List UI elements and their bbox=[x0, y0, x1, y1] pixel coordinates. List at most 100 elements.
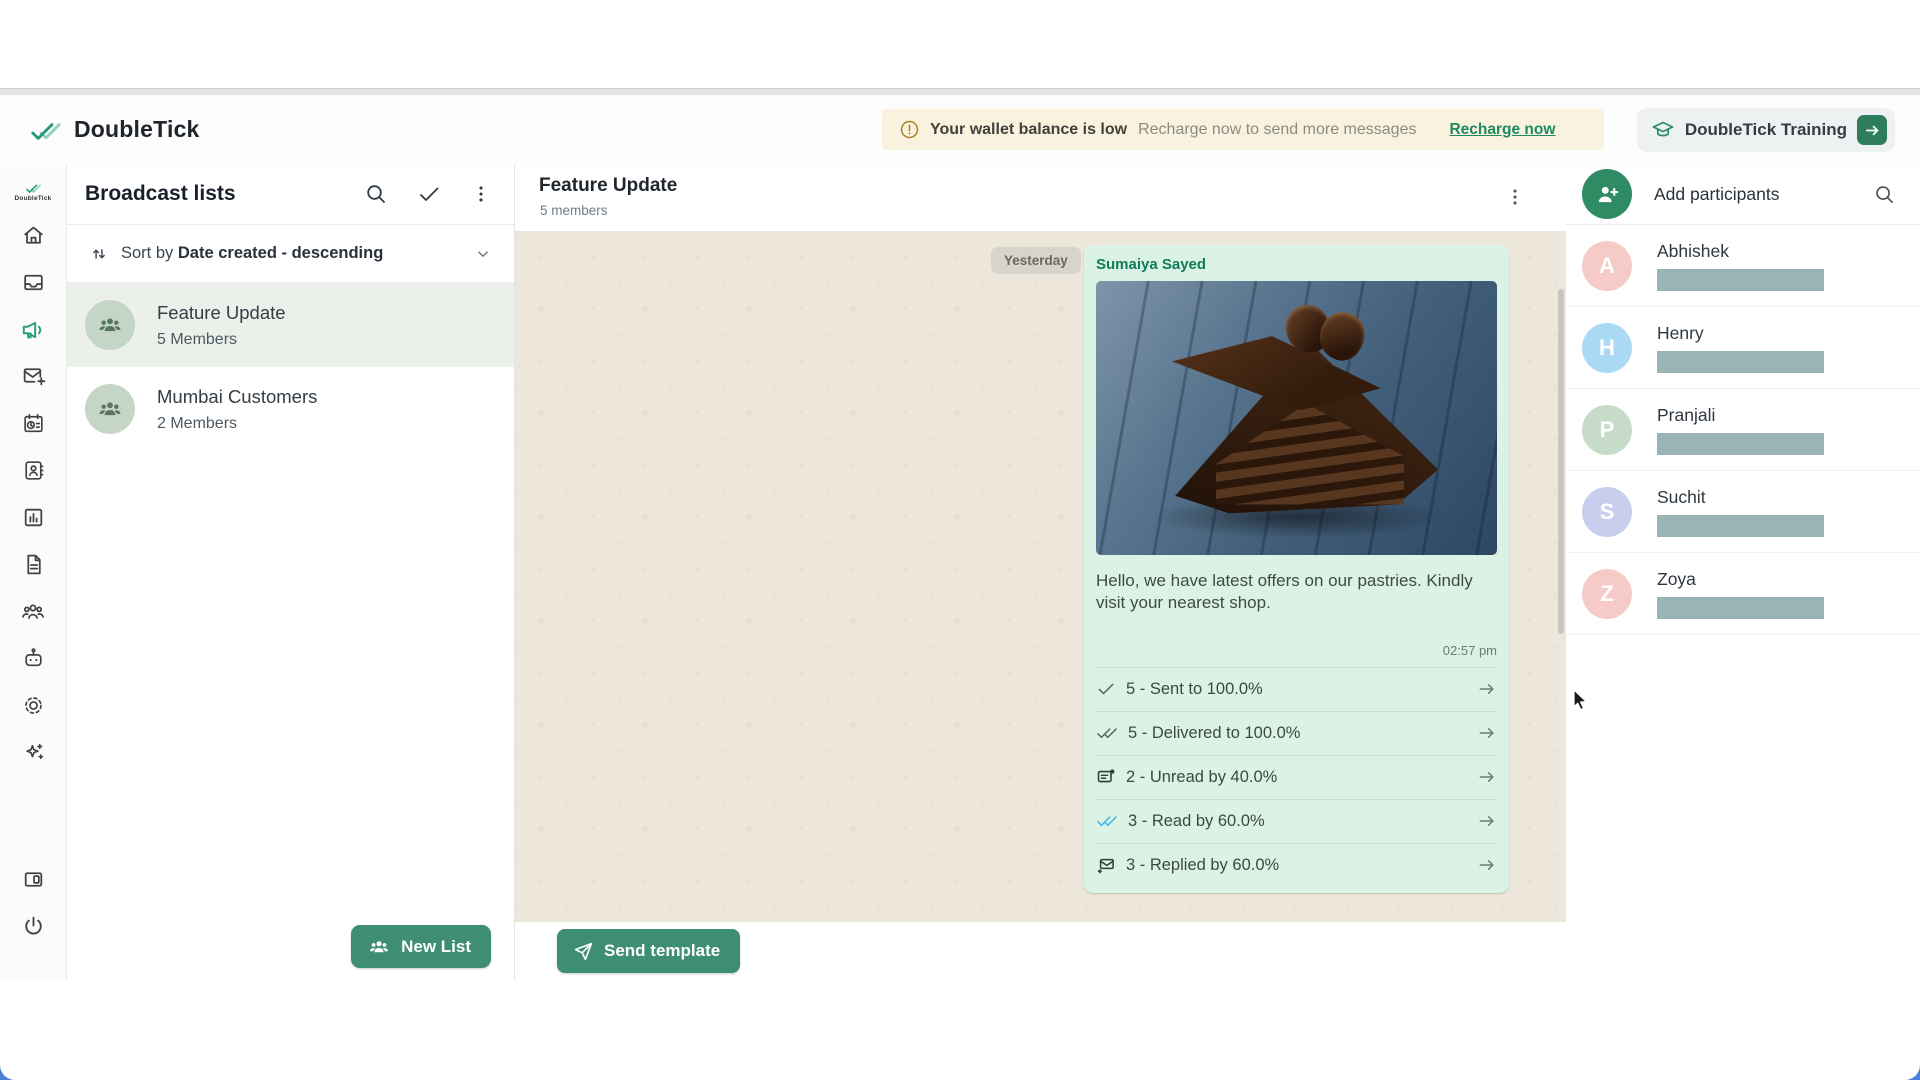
chat-area: Feature Update 5 members Yesterday Sumai… bbox=[515, 164, 1566, 980]
recharge-now-link[interactable]: Recharge now bbox=[1449, 121, 1555, 139]
participant-avatar: H bbox=[1582, 322, 1632, 373]
participants-panel: Add participants A Abhishek H Henry P Pr… bbox=[1566, 164, 1920, 980]
participant-avatar: Z bbox=[1582, 568, 1632, 619]
wallet-banner-text: Recharge now to send more messages bbox=[1138, 120, 1417, 138]
sort-value: Date created - descending bbox=[177, 244, 384, 262]
home-icon[interactable] bbox=[9, 212, 57, 259]
stat-label: 5 - Delivered to 100.0% bbox=[1128, 723, 1301, 742]
wallet-banner-bold: Your wallet balance is low bbox=[930, 120, 1128, 138]
participant-phone-redacted bbox=[1657, 514, 1824, 537]
rail-logo[interactable]: DoubleTick bbox=[7, 171, 59, 212]
templates-icon[interactable] bbox=[9, 541, 57, 588]
training-button-label: DoubleTick Training bbox=[1684, 120, 1847, 139]
participant-row[interactable]: Z Zoya bbox=[1566, 553, 1920, 635]
new-list-button[interactable]: New List bbox=[351, 925, 491, 968]
message-bubble: Sumaiya Sayed Hello, we have latest offe… bbox=[1084, 245, 1509, 893]
list-name: Feature Update bbox=[157, 301, 286, 323]
stat-row-read[interactable]: 3 - Read by 60.0% bbox=[1096, 798, 1497, 843]
window-corner-left bbox=[0, 1065, 15, 1080]
stat-row-replied[interactable]: 3 - Replied by 60.0% bbox=[1096, 842, 1497, 887]
chat-scrollbar[interactable] bbox=[1558, 289, 1564, 634]
group-avatar bbox=[85, 384, 135, 434]
sort-prefix: Sort by bbox=[121, 244, 174, 262]
training-button[interactable]: DoubleTick Training bbox=[1636, 108, 1895, 152]
scheduled-icon[interactable] bbox=[9, 400, 57, 447]
new-list-button-label: New List bbox=[401, 936, 471, 956]
stat-label: 3 - Read by 60.0% bbox=[1128, 811, 1265, 830]
contacts-icon[interactable] bbox=[9, 447, 57, 494]
message-image-chocolate-cake[interactable] bbox=[1096, 281, 1497, 555]
new-message-icon[interactable] bbox=[9, 353, 57, 400]
broadcast-list-item-feature-update[interactable]: Feature Update 5 Members bbox=[67, 283, 514, 367]
replied-envelope-icon bbox=[1097, 859, 1114, 874]
kebab-menu-icon[interactable] bbox=[470, 182, 492, 206]
arrow-right-icon bbox=[1865, 125, 1878, 135]
participant-row[interactable]: H Henry bbox=[1566, 307, 1920, 389]
list-members: 5 Members bbox=[157, 330, 238, 348]
participant-phone-redacted bbox=[1657, 350, 1824, 373]
brand: DoubleTick bbox=[30, 95, 200, 164]
chat-title: Feature Update bbox=[539, 175, 678, 196]
participant-name: Abhishek bbox=[1657, 240, 1729, 261]
arrow-right-icon bbox=[1479, 728, 1494, 739]
message-sender: Sumaiya Sayed bbox=[1096, 256, 1207, 273]
arrow-right-icon bbox=[1479, 684, 1494, 695]
broadcast-icon[interactable] bbox=[9, 306, 57, 353]
select-check-icon[interactable] bbox=[416, 182, 442, 206]
app-header: DoubleTick Your wallet balance is low Re… bbox=[0, 95, 1920, 165]
wallet-banner: Your wallet balance is low Recharge now … bbox=[882, 109, 1604, 150]
sort-arrows-icon bbox=[93, 248, 105, 259]
arrow-right-icon bbox=[1479, 772, 1494, 783]
people-icon bbox=[369, 940, 389, 952]
person-plus-icon bbox=[1598, 186, 1618, 202]
read-blue-double-check-icon bbox=[1097, 816, 1117, 827]
participant-row[interactable]: A Abhishek bbox=[1566, 225, 1920, 307]
rail-logo-label: DoubleTick bbox=[14, 194, 52, 202]
message-text: Hello, we have latest offers on our past… bbox=[1096, 571, 1473, 613]
stat-label: 2 - Unread by 40.0% bbox=[1126, 767, 1278, 786]
chatbot-icon[interactable] bbox=[9, 635, 57, 682]
participant-name: Henry bbox=[1657, 322, 1704, 343]
chat-kebab-menu-icon[interactable] bbox=[1504, 185, 1526, 209]
analytics-icon[interactable] bbox=[9, 494, 57, 541]
participant-avatar: A bbox=[1582, 240, 1632, 291]
participant-phone-redacted bbox=[1657, 596, 1824, 619]
team-icon[interactable] bbox=[9, 588, 57, 635]
participant-avatar: S bbox=[1582, 486, 1632, 537]
search-icon[interactable] bbox=[364, 182, 388, 206]
group-people-icon bbox=[99, 318, 121, 332]
chat-header: Feature Update 5 members bbox=[515, 164, 1566, 232]
doubletick-logo-icon bbox=[31, 122, 61, 140]
participant-name: Zoya bbox=[1657, 568, 1696, 589]
stat-row-unread[interactable]: 2 - Unread by 40.0% bbox=[1096, 754, 1497, 799]
participant-row[interactable]: S Suchit bbox=[1566, 471, 1920, 553]
participants-title: Add participants bbox=[1654, 183, 1780, 204]
stat-row-delivered[interactable]: 5 - Delivered to 100.0% bbox=[1096, 710, 1497, 755]
participant-name: Pranjali bbox=[1657, 404, 1716, 425]
settings-icon[interactable] bbox=[9, 682, 57, 729]
app-window: DoubleTick Your wallet balance is low Re… bbox=[0, 95, 1920, 980]
add-participants-button[interactable] bbox=[1582, 169, 1632, 219]
training-arrow-button[interactable] bbox=[1857, 115, 1887, 145]
sent-check-icon bbox=[1098, 684, 1114, 695]
side-panel-icon[interactable] bbox=[9, 856, 57, 903]
window-corner-right bbox=[1905, 1065, 1920, 1080]
broadcast-panel-title: Broadcast lists bbox=[85, 182, 236, 205]
group-people-icon bbox=[99, 402, 121, 416]
stat-row-sent[interactable]: 5 - Sent to 100.0% bbox=[1096, 666, 1497, 711]
sort-dropdown[interactable]: Sort by Date created - descending bbox=[67, 225, 514, 283]
arrow-right-icon bbox=[1479, 816, 1494, 827]
broadcast-list-item-mumbai-customers[interactable]: Mumbai Customers 2 Members bbox=[67, 367, 514, 451]
participant-row[interactable]: P Pranjali bbox=[1566, 389, 1920, 471]
send-template-button[interactable]: Send template bbox=[557, 929, 741, 973]
ai-tools-icon[interactable] bbox=[9, 729, 57, 776]
participant-avatar: P bbox=[1582, 404, 1632, 455]
broadcast-panel-header: Broadcast lists bbox=[67, 164, 514, 225]
delivered-double-check-icon bbox=[1097, 728, 1117, 739]
arrow-right-icon bbox=[1479, 860, 1494, 871]
logout-power-icon[interactable] bbox=[9, 903, 57, 950]
participant-name: Suchit bbox=[1657, 486, 1706, 507]
inbox-icon[interactable] bbox=[9, 259, 57, 306]
participants-search-icon[interactable] bbox=[1873, 183, 1896, 206]
chevron-down-icon bbox=[478, 250, 488, 257]
